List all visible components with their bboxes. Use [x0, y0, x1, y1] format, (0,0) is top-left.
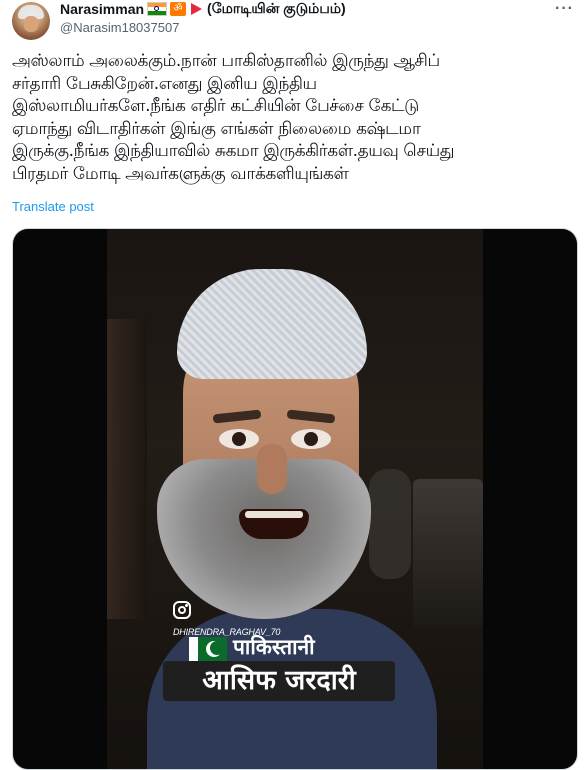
author-name-row: Narasimman ॐ (மோடியின் குடும்பம்) — [60, 0, 346, 18]
author-avatar[interactable] — [12, 2, 50, 40]
speaker-eye — [219, 429, 259, 449]
tweet-text-line: இஸ்லாமியர்களே.நீங்க எதிர் கட்சியின் பேச்… — [12, 96, 419, 116]
translate-post-link[interactable]: Translate post — [12, 199, 94, 214]
pakistan-flag-icon — [189, 637, 227, 663]
om-icon: ॐ — [170, 2, 187, 16]
india-flag-icon — [147, 2, 168, 16]
tweet-text-line: பிரதமர் மோடி அவர்களுக்கு வாக்களியுங்கள் — [12, 163, 349, 184]
speaker-teeth — [245, 511, 303, 518]
instagram-icon — [173, 601, 191, 619]
video-background-left — [107, 319, 147, 619]
tweet-text-line: அஸ்லாம் அலைக்கும்.நான் பாகிஸ்தானில் இருந… — [12, 51, 440, 71]
video-caption-main: आसिफ जरदारी — [202, 665, 356, 696]
avatar-face — [24, 16, 38, 32]
tweet-text-line: இருக்கு.நீங்க இந்தியாவில் சுகமா இருக்கிர… — [12, 141, 455, 161]
tweet-header: Narasimman ॐ (மோடியின் குடும்பம்) @Naras… — [0, 0, 584, 44]
video-caption-top: पाकिस्तानी — [233, 635, 315, 659]
red-pennant-icon — [191, 3, 203, 15]
tweet-text-line: ஏமாந்து விடாதிர்கள் இங்கு எங்கள் நிலைமை … — [12, 118, 421, 139]
author-handle[interactable]: @Narasim18037507 — [60, 20, 179, 35]
author-name-tagline: (மோடியின் குடும்பம்) — [207, 0, 346, 16]
car-window — [413, 479, 483, 629]
tweet-video[interactable]: DHIRENDRA_RAGHAV_70 पाकिस्तानी आसिफ जरदा… — [12, 228, 578, 770]
speaker-eye — [291, 429, 331, 449]
author-display-name[interactable]: Narasimman — [60, 1, 144, 17]
speaker-cap — [177, 269, 367, 379]
speaker-nose — [257, 444, 287, 494]
more-options-icon[interactable]: ··· — [555, 0, 574, 18]
tweet-text-line: சர்தாரி பேசுகிறேன்.எனது இனிய இந்திய — [12, 73, 317, 94]
tweet-text: அஸ்லாம் அலைக்கும்.நான் பாகிஸ்தானில் இருந… — [12, 50, 572, 185]
